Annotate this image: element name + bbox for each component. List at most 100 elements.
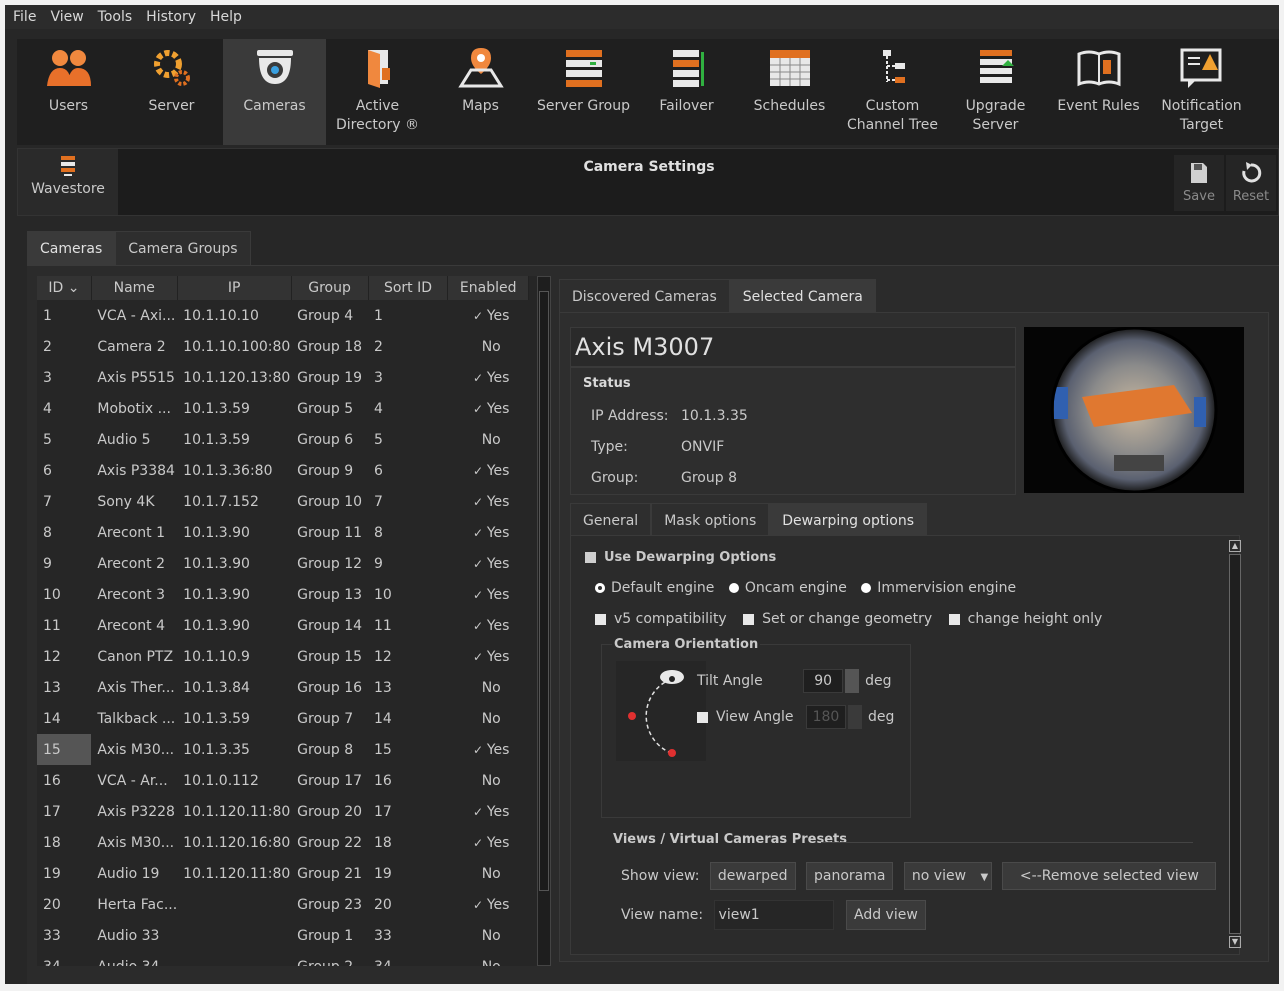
ip-label: IP Address: xyxy=(591,408,669,424)
table-row[interactable]: 13 Axis Ther... 10.1.3.84 Group 16 13 No xyxy=(37,672,529,703)
table-row[interactable]: 10 Arecont 3 10.1.3.90 Group 13 10 ✓ Yes xyxy=(37,579,529,610)
table-row[interactable]: 33 Audio 33 Group 1 33 No xyxy=(37,920,529,951)
add-view-button[interactable]: Add view xyxy=(846,900,926,930)
col-ip[interactable]: IP xyxy=(177,276,292,300)
menu-history[interactable]: History xyxy=(146,9,196,25)
view-angle-spinner-icon[interactable] xyxy=(847,705,862,729)
panorama-button[interactable]: panorama xyxy=(806,862,894,890)
default-engine-radio[interactable] xyxy=(595,583,605,593)
menu-tools[interactable]: Tools xyxy=(98,9,133,25)
set-geometry-checkbox[interactable] xyxy=(743,613,755,625)
toolbar-event-rules-button[interactable]: Event Rules xyxy=(1047,39,1150,145)
cell-group: Group 12 xyxy=(297,555,363,572)
toolbar-users-button[interactable]: Users xyxy=(17,39,120,145)
immervision-engine-radio[interactable] xyxy=(861,583,872,593)
use-dewarping-checkbox[interactable] xyxy=(585,552,596,563)
menu-file[interactable]: File xyxy=(13,9,36,25)
toolbar-server-button[interactable]: Server xyxy=(120,39,223,145)
remove-view-button[interactable]: <--Remove selected view xyxy=(1002,862,1217,890)
change-height-checkbox[interactable] xyxy=(948,613,960,625)
table-row[interactable]: 16 VCA - Ar... 10.1.0.112 Group 17 16 No xyxy=(37,765,529,796)
tab-discovered-cameras[interactable]: Discovered Cameras xyxy=(559,279,730,313)
scroll-up-icon[interactable]: ▲ xyxy=(1229,540,1241,552)
status-box: Status IP Address: 10.1.3.35 Type: ONVIF… xyxy=(570,367,1016,495)
table-row[interactable]: 7 Sony 4K 10.1.7.152 Group 10 7 ✓ Yes xyxy=(37,486,529,517)
table-row[interactable]: 3 Axis P5515 10.1.120.13:80 Group 19 3 ✓ Yes xyxy=(37,362,529,393)
v5-compatibility-checkbox[interactable] xyxy=(595,613,606,625)
toolbar-active-directory-label: Active Directory ® xyxy=(336,98,419,133)
table-row[interactable]: 6 Axis P3384 10.1.3.36:80 Group 9 6 ✓ Yes xyxy=(37,455,529,486)
table-scrollbar[interactable] xyxy=(537,276,551,966)
tab-selected-camera[interactable]: Selected Camera xyxy=(729,279,876,313)
dewarped-button[interactable]: dewarped xyxy=(709,862,796,890)
toolbar-upgrade-server-button[interactable]: Upgrade Server xyxy=(944,39,1047,145)
dewarp-scrollbar[interactable]: ▲ ▼ xyxy=(1229,540,1241,950)
cell-sort-id: 9 xyxy=(374,555,383,572)
table-row[interactable]: 2 Camera 2 10.1.10.100:80 Group 18 2 No xyxy=(37,331,529,362)
table-row[interactable]: 5 Audio 5 10.1.3.59 Group 6 5 No xyxy=(37,424,529,455)
toolbar-notification-target-button[interactable]: Notification Target xyxy=(1150,39,1253,145)
table-row[interactable]: 17 Axis P3228 10.1.120.11:80 Group 20 17 ✓ Ye… xyxy=(37,796,529,827)
table-row[interactable]: 1 VCA - Axi... 10.1.10.10 Group 4 1 ✓ Yes xyxy=(37,300,529,331)
toolbar-schedules-button[interactable]: Schedules xyxy=(738,39,841,145)
toolbar-cameras-button[interactable]: Cameras xyxy=(223,39,326,145)
view-angle-checkbox[interactable] xyxy=(697,711,708,723)
toolbar-custom-channel-tree-button[interactable]: Custom Channel Tree xyxy=(841,39,944,145)
cell-id: 10 xyxy=(43,586,61,603)
oncam-engine-radio[interactable] xyxy=(728,583,739,593)
table-row[interactable]: 12 Canon PTZ 10.1.10.9 Group 15 12 ✓ Yes xyxy=(37,641,529,672)
table-row[interactable]: 20 Herta Fac... Group 23 20 ✓ Yes xyxy=(37,889,529,920)
col-id[interactable]: ID ⌄ xyxy=(37,276,92,300)
orientation-diagram-icon xyxy=(616,661,706,761)
view-angle-input[interactable]: 180 xyxy=(805,705,846,729)
v5-compatibility-label: v5 compatibility xyxy=(614,611,727,627)
tab-cameras[interactable]: Cameras xyxy=(27,231,116,265)
col-group[interactable]: Group xyxy=(291,276,369,300)
cell-id: 11 xyxy=(43,617,61,634)
use-dewarping-row[interactable]: Use Dewarping Options xyxy=(585,550,776,565)
cell-id: 15 xyxy=(37,734,92,765)
table-row[interactable]: 4 Mobotix ... 10.1.3.59 Group 5 4 ✓ Yes xyxy=(37,393,529,424)
wavestore-button[interactable]: Wavestore xyxy=(18,149,118,215)
camera-name-field[interactable]: Axis M3007 xyxy=(570,327,1016,367)
cell-id: 16 xyxy=(43,772,61,789)
reset-button[interactable]: Reset xyxy=(1226,155,1276,211)
table-row[interactable]: 34Audio 34Group 234No xyxy=(37,951,529,967)
tilt-angle-input[interactable]: 90 xyxy=(803,669,844,693)
view-select[interactable]: no view ▼ xyxy=(903,862,992,890)
table-scrollbar-thumb[interactable] xyxy=(539,291,549,891)
tab-dewarping-options[interactable]: Dewarping options xyxy=(769,503,927,537)
table-row[interactable]: 19 Audio 19 10.1.120.11:80 Group 21 19 No xyxy=(37,858,529,889)
toolbar-server-group-button[interactable]: Server Group xyxy=(532,39,635,145)
table-row[interactable]: 9 Arecont 2 10.1.3.90 Group 12 9 ✓ Yes xyxy=(37,548,529,579)
toolbar-active-directory-button[interactable]: Active Directory ® xyxy=(326,39,429,145)
col-sort-id[interactable]: Sort ID xyxy=(368,276,449,300)
tilt-angle-spinner-icon[interactable] xyxy=(845,669,860,693)
check-icon: ✓ xyxy=(472,618,487,633)
cell-group: Group 19 xyxy=(297,369,363,386)
tab-camera-groups[interactable]: Camera Groups xyxy=(115,231,251,265)
cell-enabled: ✓ Yes xyxy=(472,493,510,510)
table-row[interactable]: 11 Arecont 4 10.1.3.90 Group 14 11 ✓ Yes xyxy=(37,610,529,641)
tab-mask-options[interactable]: Mask options xyxy=(651,503,770,537)
table-row[interactable]: 8 Arecont 1 10.1.3.90 Group 11 8 ✓ Yes xyxy=(37,517,529,548)
col-enabled[interactable]: Enabled xyxy=(447,276,529,300)
tab-general[interactable]: General xyxy=(570,503,652,537)
toolbar-failover-button[interactable]: Failover xyxy=(635,39,738,145)
table-row[interactable]: 18 Axis M30... 10.1.120.16:80 Group 22 18 ✓ Y… xyxy=(37,827,529,858)
menu-view[interactable]: View xyxy=(50,9,83,25)
table-row[interactable]: 15 Axis M30... 10.1.3.35 Group 8 15 ✓ Yes xyxy=(37,734,529,765)
active-directory-icon xyxy=(354,45,402,91)
scroll-down-icon[interactable]: ▼ xyxy=(1229,936,1241,948)
col-name[interactable]: Name xyxy=(91,276,178,300)
tilt-angle-label: Tilt Angle xyxy=(697,673,763,689)
save-button[interactable]: Save xyxy=(1174,155,1224,211)
use-dewarping-label: Use Dewarping Options xyxy=(604,550,777,565)
dewarp-scrollbar-thumb[interactable] xyxy=(1229,554,1241,934)
server-gear-icon xyxy=(148,45,196,91)
tilt-angle-row: Tilt Angle 90 deg xyxy=(697,669,892,693)
table-row[interactable]: 14 Talkback ... 10.1.3.59 Group 7 14 No xyxy=(37,703,529,734)
toolbar-maps-button[interactable]: Maps xyxy=(429,39,532,145)
menu-help[interactable]: Help xyxy=(210,9,242,25)
view-name-input[interactable]: view1 xyxy=(713,900,834,930)
